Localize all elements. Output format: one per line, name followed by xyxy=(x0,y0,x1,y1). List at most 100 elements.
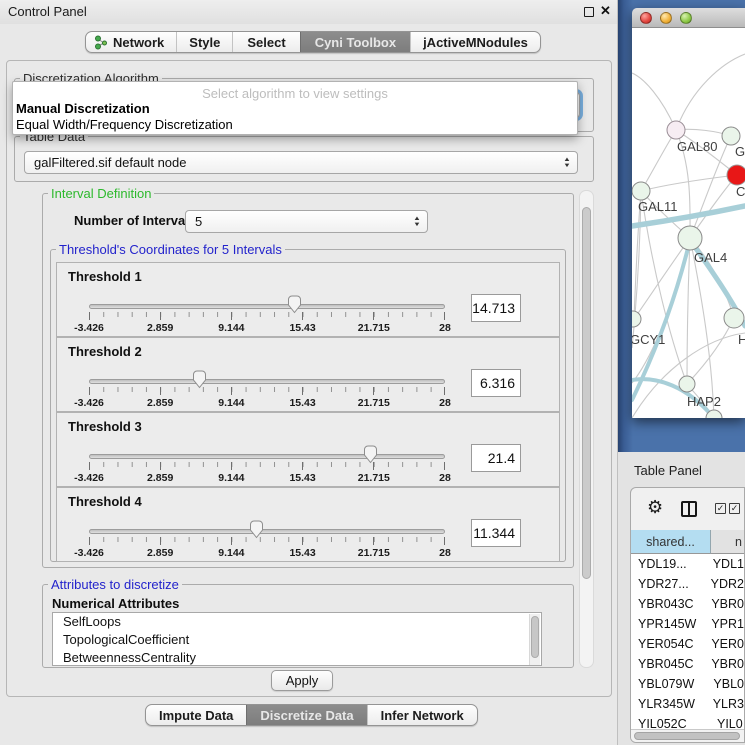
node-gcy1[interactable] xyxy=(632,311,641,327)
table-row[interactable]: YDL19...YDL1 xyxy=(631,554,744,574)
slider-tick-labels: -3.4262.8599.14415.4321.71528 xyxy=(89,397,445,410)
tab-network[interactable]: Network xyxy=(86,32,176,52)
zoom-traffic-light-icon[interactable] xyxy=(680,12,692,24)
tab-discretize-data[interactable]: Discretize Data xyxy=(246,705,366,725)
table-data-selected: galFiltered.sif default node xyxy=(34,155,186,170)
threshold-4-panel: Threshold 4 -3.4262.8599.14415.4321.7152… xyxy=(56,487,560,562)
slider-ticks xyxy=(89,312,445,317)
table-row[interactable]: YBL079WYBL0 xyxy=(631,674,744,694)
node-partial-low-right[interactable] xyxy=(724,308,744,328)
table-panel-title: Table Panel xyxy=(634,463,702,478)
slider-track[interactable] xyxy=(89,529,445,534)
slider-thumb[interactable] xyxy=(363,445,378,464)
threshold-1-panel: Threshold 1 -3.4262.8599.14415.4321.7152… xyxy=(56,262,560,337)
threshold-1-slider[interactable]: -3.4262.8599.14415.4321.71528 xyxy=(89,297,445,337)
svg-text:C: C xyxy=(736,184,745,199)
slider-tick-labels: -3.4262.8599.14415.4321.71528 xyxy=(89,472,445,485)
bottom-tabbar: Impute Data Discretize Data Infer Networ… xyxy=(145,704,478,726)
slider-track[interactable] xyxy=(89,304,445,309)
table-row[interactable]: YBR043CYBR0 xyxy=(631,594,744,614)
threshold-4-value-field[interactable]: 11.344 xyxy=(471,519,521,547)
close-traffic-light-icon[interactable] xyxy=(640,12,652,24)
checkbox-icon[interactable]: ✓ xyxy=(729,503,740,514)
column-view-icon[interactable] xyxy=(681,501,697,517)
slider-ticks xyxy=(89,387,445,392)
threshold-2-label: Threshold 2 xyxy=(68,344,142,359)
list-scrollbar[interactable] xyxy=(529,614,540,666)
threshold-3-panel: Threshold 3 -3.4262.8599.14415.4321.7152… xyxy=(56,412,560,487)
control-panel-titlebar: Control Panel ✕ xyxy=(0,0,617,24)
network-canvas[interactable]: GAL80 GA C GAL11 GAL4 GCY1 H HAP2 xyxy=(632,28,745,418)
table-row[interactable]: YLR345WYLR3 xyxy=(631,694,744,714)
slider-thumb[interactable] xyxy=(249,520,264,539)
close-icon[interactable]: ✕ xyxy=(600,3,611,19)
slider-ticks xyxy=(89,537,445,542)
table-row[interactable]: YBR045CYBR0 xyxy=(631,654,744,674)
numerical-attributes-list[interactable]: SelfLoops TopologicalCoefficient Between… xyxy=(52,612,542,666)
float-window-icon[interactable] xyxy=(584,7,594,17)
node-selected-red[interactable] xyxy=(727,165,745,185)
tab-jactivemnodules[interactable]: jActiveMNodules xyxy=(410,32,540,52)
attributes-group-title: Attributes to discretize xyxy=(48,577,182,592)
threshold-1-label: Threshold 1 xyxy=(68,269,142,284)
slider-thumb[interactable] xyxy=(192,370,207,389)
stepper-icon: ▲▼ xyxy=(414,216,420,228)
svg-text:GAL11: GAL11 xyxy=(638,199,678,214)
checkbox-icon[interactable]: ✓ xyxy=(715,503,726,514)
threshold-1-value-field[interactable]: 14.713 xyxy=(471,294,521,322)
panel-scrollbar[interactable] xyxy=(579,190,594,668)
list-scrollbar-thumb[interactable] xyxy=(531,616,539,658)
list-item[interactable]: SelfLoops xyxy=(53,613,541,631)
svg-text:GCY1: GCY1 xyxy=(632,332,665,347)
table-scrollbar-thumb[interactable] xyxy=(634,732,740,740)
table-row[interactable]: YER054CYER0 xyxy=(631,634,744,654)
top-tabbar: Network Style Select Cyni Toolbox jActiv… xyxy=(85,31,541,53)
tab-cyni-toolbox[interactable]: Cyni Toolbox xyxy=(300,32,410,52)
network-window-titlebar[interactable] xyxy=(632,8,745,28)
slider-track[interactable] xyxy=(89,454,445,459)
gear-icon[interactable]: ⚙ xyxy=(647,499,663,517)
minimize-traffic-light-icon[interactable] xyxy=(660,12,672,24)
svg-text:H: H xyxy=(738,332,745,347)
table-row[interactable]: YPR145WYPR1 xyxy=(631,614,744,634)
threshold-2-slider[interactable]: -3.4262.8599.14415.4321.71528 xyxy=(89,372,445,412)
screen: Control Panel ✕ Network Style Select Cyn… xyxy=(0,0,745,745)
node-gal80[interactable] xyxy=(667,121,685,139)
node-gal11[interactable] xyxy=(632,182,650,200)
column-header-name[interactable]: n xyxy=(711,530,744,554)
tab-style[interactable]: Style xyxy=(176,32,232,52)
list-item[interactable]: BetweennessCentrality xyxy=(53,649,541,666)
table-row[interactable]: YDR27...YDR2 xyxy=(631,574,744,594)
tab-select[interactable]: Select xyxy=(232,32,299,52)
threshold-3-slider[interactable]: -3.4262.8599.14415.4321.71528 xyxy=(89,447,445,487)
network-tab-icon xyxy=(94,35,108,50)
panel-scrollbar-thumb[interactable] xyxy=(582,207,591,579)
control-panel: Control Panel ✕ Network Style Select Cyn… xyxy=(0,0,618,745)
table-horizontal-scrollbar[interactable] xyxy=(631,729,744,742)
numerical-attributes-heading: Numerical Attributes xyxy=(52,596,179,611)
svg-text:HAP2: HAP2 xyxy=(687,394,721,409)
column-header-shared-name[interactable]: shared... xyxy=(631,530,711,554)
node-partial-top-right[interactable] xyxy=(722,127,740,145)
threshold-3-value-field[interactable]: 21.4 xyxy=(471,444,521,472)
apply-button[interactable]: Apply xyxy=(271,670,333,691)
node-hap2[interactable] xyxy=(679,376,695,392)
tab-impute-data[interactable]: Impute Data xyxy=(146,705,246,725)
num-intervals-combo[interactable]: 5 ▲▼ xyxy=(185,210,428,233)
table-row[interactable]: YIL052CYIL0 xyxy=(631,714,744,729)
svg-text:GAL80: GAL80 xyxy=(677,139,717,154)
slider-thumb[interactable] xyxy=(287,295,302,314)
node-gal4[interactable] xyxy=(678,226,702,250)
algorithm-dropdown-popup: Select algorithm to view settings Manual… xyxy=(12,81,578,135)
tab-infer-network[interactable]: Infer Network xyxy=(367,705,477,725)
slider-track[interactable] xyxy=(89,379,445,384)
list-item[interactable]: TopologicalCoefficient xyxy=(53,631,541,649)
algorithm-placeholder-item: Select algorithm to view settings xyxy=(13,86,577,101)
node-table: shared... n YDL19...YDL1 YDR27...YDR2 YB… xyxy=(631,530,744,729)
algorithm-option-manual[interactable]: Manual Discretization xyxy=(16,101,150,116)
table-data-combo[interactable]: galFiltered.sif default node ▲▼ xyxy=(24,151,578,174)
threshold-4-slider[interactable]: -3.4262.8599.14415.4321.71528 xyxy=(89,522,445,562)
threshold-2-value-field[interactable]: 6.316 xyxy=(471,369,521,397)
interval-definition-title: Interval Definition xyxy=(48,186,154,201)
algorithm-option-equal-width[interactable]: Equal Width/Frequency Discretization xyxy=(16,117,233,132)
